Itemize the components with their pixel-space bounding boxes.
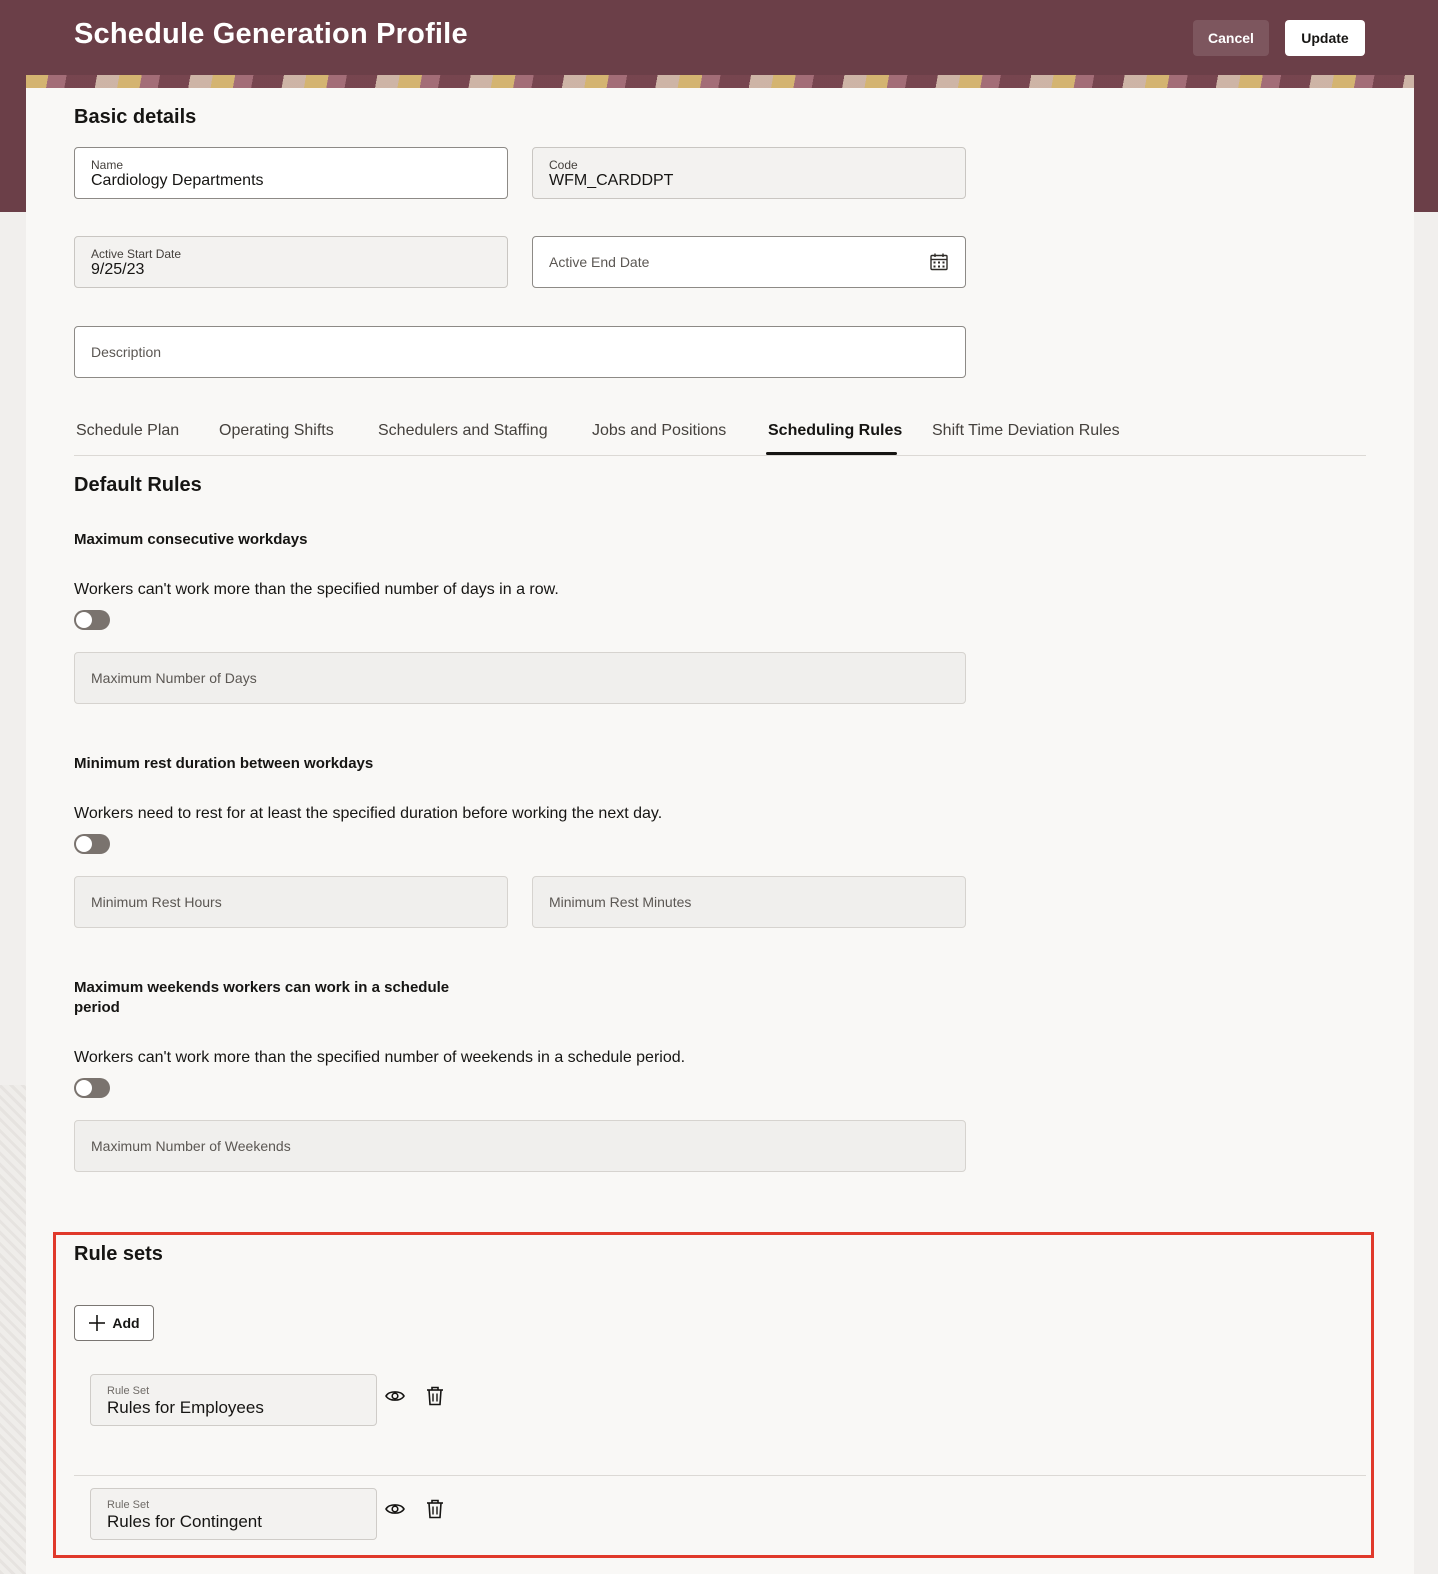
max-consecutive-description: Workers can't work more than the specifi…	[74, 581, 559, 598]
toggle-knob	[76, 836, 92, 852]
max-weekends-description: Workers can't work more than the specifi…	[74, 1049, 686, 1066]
min-rest-minutes-placeholder: Minimum Rest Minutes	[549, 894, 692, 910]
max-days-field[interactable]: Maximum Number of Days	[74, 652, 966, 704]
eye-icon[interactable]	[384, 1498, 406, 1520]
plus-icon	[89, 1315, 106, 1331]
eye-icon[interactable]	[384, 1385, 406, 1407]
name-label: Name	[91, 158, 124, 172]
decorative-pattern	[26, 75, 1414, 88]
min-rest-toggle[interactable]	[74, 834, 110, 854]
tab-bar: Schedule Plan Operating Shifts Scheduler…	[74, 418, 1366, 456]
rule-set-label: Rule Set	[107, 1385, 150, 1397]
update-button[interactable]: Update	[1285, 20, 1365, 56]
code-label: Code	[549, 158, 578, 172]
rule-set-divider	[74, 1475, 1366, 1476]
toggle-knob	[76, 1080, 92, 1096]
rule-sets-heading: Rule sets	[74, 1243, 163, 1265]
min-rest-minutes-field[interactable]: Minimum Rest Minutes	[532, 876, 966, 928]
name-value: Cardiology Departments	[91, 172, 264, 189]
tab-schedule-plan[interactable]: Schedule Plan	[76, 422, 179, 440]
max-weekends-placeholder: Maximum Number of Weekends	[91, 1138, 291, 1154]
tab-operating-shifts[interactable]: Operating Shifts	[219, 422, 334, 440]
rule-set-field-contingent[interactable]: Rule Set Rules for Contingent	[90, 1488, 377, 1540]
description-field[interactable]: Description	[74, 326, 966, 378]
min-rest-hours-field[interactable]: Minimum Rest Hours	[74, 876, 508, 928]
max-days-placeholder: Maximum Number of Days	[91, 670, 257, 686]
tab-scheduling-rules[interactable]: Scheduling Rules	[768, 422, 902, 440]
rule-set-value: Rules for Contingent	[107, 1512, 262, 1531]
min-rest-hours-placeholder: Minimum Rest Hours	[91, 894, 222, 910]
tab-jobs-and-positions[interactable]: Jobs and Positions	[592, 422, 726, 440]
max-consecutive-title: Maximum consecutive workdays	[74, 531, 308, 548]
calendar-icon[interactable]	[929, 252, 949, 272]
max-weekends-title-line2: period	[74, 999, 120, 1016]
active-start-date-field: Active Start Date 9/25/23	[74, 236, 508, 288]
active-end-date-placeholder: Active End Date	[549, 254, 650, 270]
rule-set-label: Rule Set	[107, 1499, 150, 1511]
add-rule-set-button[interactable]: Add	[74, 1305, 154, 1341]
max-weekends-field[interactable]: Maximum Number of Weekends	[74, 1120, 966, 1172]
background-texture	[0, 1085, 26, 1574]
add-label: Add	[112, 1315, 140, 1331]
tab-schedulers-and-staffing[interactable]: Schedulers and Staffing	[378, 422, 548, 440]
trash-icon[interactable]	[424, 1498, 446, 1520]
min-rest-description: Workers need to rest for at least the sp…	[74, 805, 663, 822]
toggle-knob	[76, 612, 92, 628]
basic-details-heading: Basic details	[74, 106, 197, 128]
rule-set-field-employees[interactable]: Rule Set Rules for Employees	[90, 1374, 377, 1426]
min-rest-title: Minimum rest duration between workdays	[74, 755, 374, 772]
default-rules-heading: Default Rules	[74, 474, 202, 496]
rule-set-value: Rules for Employees	[107, 1398, 264, 1417]
code-field: Code WFM_CARDDPT	[532, 147, 966, 199]
active-start-date-value: 9/25/23	[91, 261, 145, 278]
description-placeholder: Description	[91, 344, 162, 360]
cancel-button[interactable]: Cancel	[1193, 20, 1269, 56]
page-title: Schedule Generation Profile	[74, 18, 468, 50]
active-start-date-label: Active Start Date	[91, 247, 182, 261]
max-weekends-title-line1: Maximum weekends workers can work in a s…	[74, 979, 450, 996]
max-weekends-toggle[interactable]	[74, 1078, 110, 1098]
max-consecutive-toggle[interactable]	[74, 610, 110, 630]
tab-shift-time-deviation-rules[interactable]: Shift Time Deviation Rules	[932, 422, 1120, 440]
name-field[interactable]: Name Cardiology Departments	[74, 147, 508, 199]
active-end-date-field[interactable]: Active End Date	[532, 236, 966, 288]
max-weekends-title: Maximum weekends workers can work in a s…	[74, 978, 449, 1018]
active-tab-indicator	[766, 452, 897, 455]
trash-icon[interactable]	[424, 1385, 446, 1407]
code-value: WFM_CARDDPT	[549, 172, 674, 189]
